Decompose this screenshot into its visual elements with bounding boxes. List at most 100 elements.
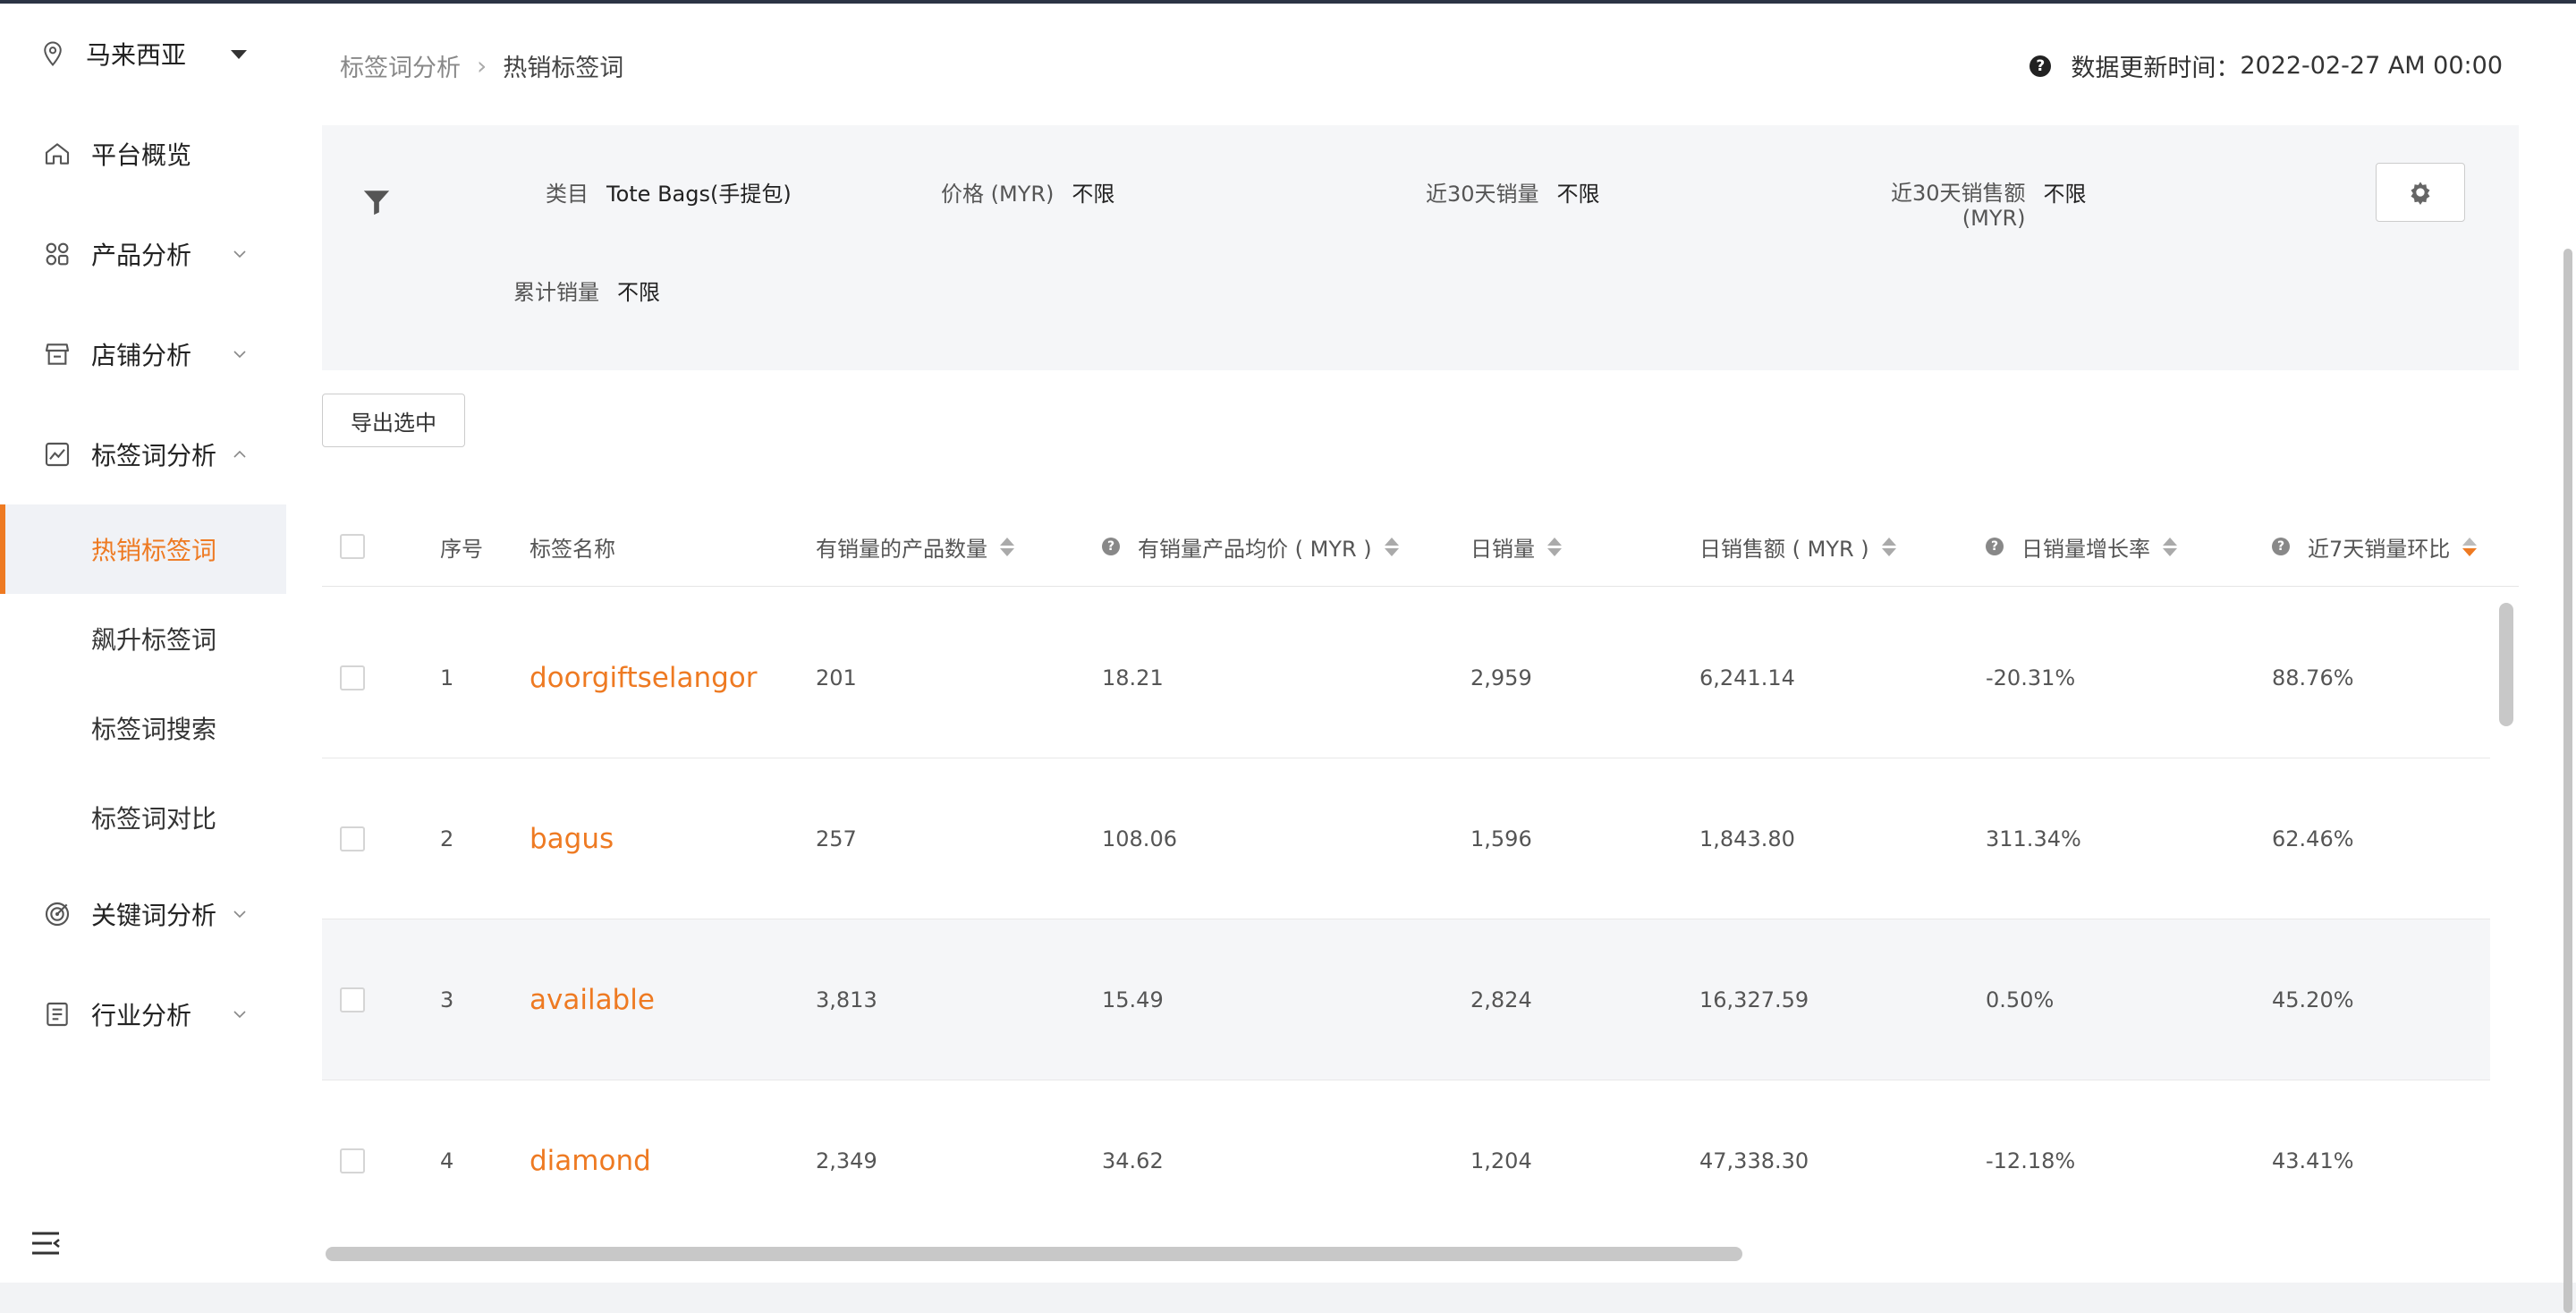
sidebar-item-overview[interactable]: 平台概览 — [0, 109, 286, 199]
filter-total-sales[interactable]: 累计销量 不限 — [513, 279, 660, 306]
sort-icon-active — [2462, 537, 2478, 556]
sidebar-item-label: 行业分析 — [91, 1001, 192, 1030]
chevron-down-icon — [233, 250, 246, 258]
sort-icon — [2163, 537, 2177, 556]
menu-collapse-icon[interactable] — [30, 1231, 61, 1256]
help-icon[interactable]: ? — [1986, 538, 2004, 555]
row-select-cell — [340, 597, 365, 758]
column-header-label: 日销量 — [1470, 536, 1535, 562]
table-horizontal-scrollbar[interactable] — [326, 1247, 1742, 1261]
sidebar-subitem-label: 标签词对比 — [91, 804, 217, 834]
filter-label-line: 近30天销售额 — [1891, 181, 2026, 206]
sort-icon — [1881, 537, 1896, 556]
region-label: 马来西亚 — [86, 40, 187, 70]
cell-daily-revenue: 1,843.80 — [1699, 826, 1795, 851]
cell-index: 1 — [440, 665, 454, 690]
cell-products: 2,349 — [816, 1148, 877, 1173]
column-header-label: 日销量增长率 — [2021, 536, 2150, 562]
sidebar-subitem-label: 标签词搜索 — [91, 715, 217, 744]
export-selected-button[interactable]: 导出选中 — [322, 394, 465, 447]
cell-avg-price: 108.06 — [1102, 826, 1177, 851]
help-icon[interactable]: ? — [1102, 538, 1120, 555]
cell-daily-revenue: 16,327.59 — [1699, 987, 1809, 1012]
main-content: 类目 Tote Bags(手提包) 价格 (MYR) 不限 近30天销量 不限 … — [286, 125, 2576, 1313]
cell-index: 4 — [440, 1148, 454, 1173]
table-vertical-scrollbar[interactable] — [2499, 603, 2513, 726]
chevron-up-icon — [233, 450, 246, 458]
page-header: 标签词分析 › 热销标签词 ? 数据更新时间： 2022-02-27 AM 00… — [286, 4, 2576, 125]
cell-growth: -20.31% — [1986, 665, 2076, 690]
row-checkbox[interactable] — [340, 665, 365, 690]
sidebar-subitem-label: 飙升标签词 — [91, 625, 217, 655]
grid-icon — [43, 240, 72, 268]
cell-growth: -12.18% — [1986, 1148, 2076, 1173]
column-header-daily-revenue[interactable]: 日销售额 ( MYR ) — [1699, 506, 1896, 587]
cell-daily-sales: 1,204 — [1470, 1148, 1532, 1173]
column-header-label: 日销售额 ( MYR ) — [1699, 536, 1869, 562]
column-header-daily-sales[interactable]: 日销量 — [1470, 506, 1562, 587]
sidebar-item-keyword-analysis[interactable]: 关键词分析 — [0, 869, 286, 959]
filter-category[interactable]: 类目 Tote Bags(手提包) — [546, 181, 792, 208]
region-selector[interactable]: 马来西亚 — [0, 4, 286, 104]
sidebar-item-store-analysis[interactable]: 店铺分析 — [0, 309, 286, 399]
cell-avg-price: 18.21 — [1102, 665, 1164, 690]
data-update-time: ? 数据更新时间： 2022-02-27 AM 00:00 — [2029, 48, 2503, 83]
filter-value: 不限 — [2043, 182, 2087, 207]
page-vertical-scrollbar[interactable] — [2563, 249, 2572, 1313]
settings-button[interactable] — [2376, 163, 2465, 222]
column-header-avg-price[interactable]: ? 有销量产品均价 ( MYR ) — [1102, 506, 1399, 587]
filter-label: 近30天销售额 (MYR) — [1891, 181, 2026, 231]
sidebar-subitem-hot-tags[interactable]: 热销标签词 — [0, 504, 286, 594]
breadcrumb-item[interactable]: 标签词分析 — [340, 48, 461, 83]
cell-daily-sales: 2,959 — [1470, 665, 1532, 690]
sidebar-subitem-tag-search[interactable]: 标签词搜索 — [0, 683, 286, 773]
cell-avg-price: 15.49 — [1102, 987, 1164, 1012]
sidebar-item-tag-analysis[interactable]: 标签词分析 — [0, 410, 286, 499]
filter-label: 类目 — [546, 182, 589, 207]
row-checkbox[interactable] — [340, 1148, 365, 1173]
column-header-label: 有销量产品均价 ( MYR ) — [1138, 536, 1372, 562]
help-icon[interactable]: ? — [2272, 538, 2290, 555]
filter-sales-30d[interactable]: 近30天销量 不限 — [1426, 181, 1600, 208]
column-header-label: 近7天销量环比 — [2308, 536, 2451, 562]
tag-name-link[interactable]: doorgiftselangor — [530, 597, 758, 758]
row-checkbox[interactable] — [340, 987, 365, 1012]
cell-growth: 0.50% — [1986, 987, 2055, 1012]
chevron-down-icon — [233, 1011, 246, 1019]
sidebar-subitem-rising-tags[interactable]: 飙升标签词 — [0, 594, 286, 683]
table-row[interactable]: 1 doorgiftselangor 201 18.21 2,959 6,241… — [322, 597, 2490, 758]
select-all-checkbox[interactable] — [340, 534, 365, 559]
store-icon — [43, 340, 72, 368]
column-header-wow[interactable]: ? 近7天销量环比 — [2272, 506, 2478, 587]
column-header-index: 序号 — [440, 506, 483, 587]
filter-value: Tote Bags(手提包) — [606, 182, 792, 207]
sidebar-item-label: 平台概览 — [91, 140, 192, 170]
row-checkbox[interactable] — [340, 826, 365, 851]
column-header-products[interactable]: 有销量的产品数量 — [816, 506, 1014, 587]
filter-label: 近30天销量 — [1426, 182, 1539, 207]
sidebar-item-product-analysis[interactable]: 产品分析 — [0, 209, 286, 299]
filter-price[interactable]: 价格 (MYR) 不限 — [941, 181, 1114, 208]
cell-wow: 43.41% — [2272, 1148, 2354, 1173]
breadcrumb: 标签词分析 › 热销标签词 — [340, 48, 623, 83]
column-header-growth[interactable]: ? 日销量增长率 — [1986, 506, 2177, 587]
target-icon — [43, 900, 72, 928]
tag-name-link[interactable]: available — [530, 919, 655, 1080]
tag-name-link[interactable]: bagus — [530, 758, 614, 919]
chevron-down-icon — [233, 911, 246, 919]
table-row[interactable]: 4 diamond 2,349 34.62 1,204 47,338.30 -1… — [322, 1080, 2490, 1241]
table-row[interactable]: 2 bagus 257 108.06 1,596 1,843.80 311.34… — [322, 758, 2490, 919]
sidebar-item-industry-analysis[interactable]: 行业分析 — [0, 970, 286, 1059]
table-row[interactable]: 3 available 3,813 15.49 2,824 16,327.59 … — [322, 919, 2490, 1080]
column-header-name: 标签名称 — [530, 506, 615, 587]
tag-name-link[interactable]: diamond — [530, 1080, 651, 1241]
help-icon[interactable]: ? — [2029, 55, 2052, 77]
filter-label-line: (MYR) — [1962, 206, 2026, 231]
cell-products: 257 — [816, 826, 857, 851]
filter-revenue-30d[interactable]: 近30天销售额 (MYR) 不限 — [1891, 181, 2087, 231]
cell-index: 3 — [440, 987, 454, 1012]
chevron-down-icon — [233, 351, 246, 359]
sidebar-subitem-tag-compare[interactable]: 标签词对比 — [0, 773, 286, 862]
cell-wow: 62.46% — [2272, 826, 2354, 851]
caret-down-icon — [231, 50, 247, 59]
